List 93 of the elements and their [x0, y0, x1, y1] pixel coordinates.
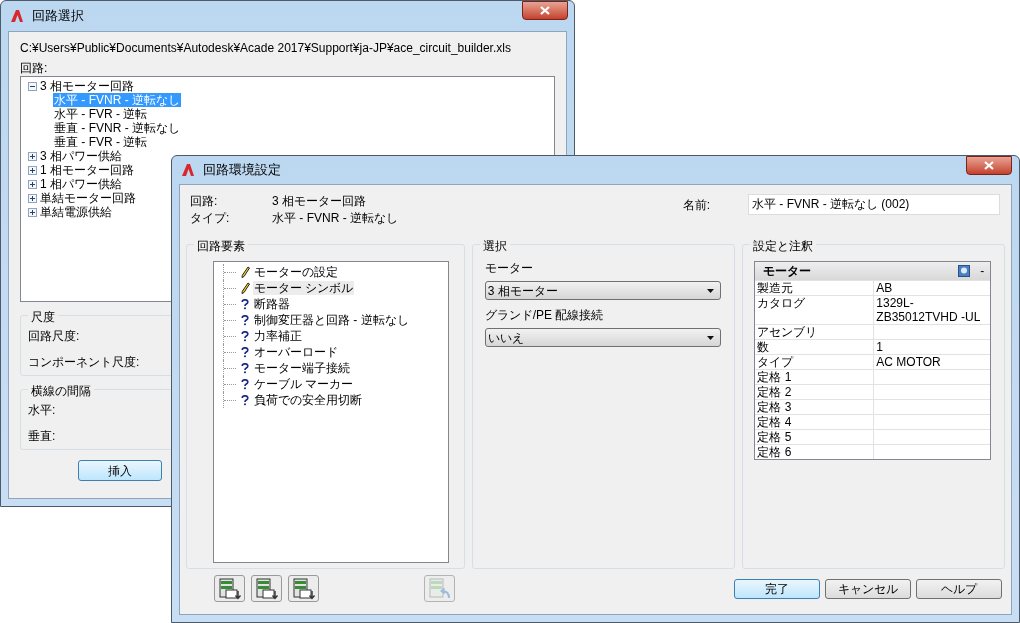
collapse-button[interactable]: -: [980, 264, 985, 278]
question-icon: [241, 314, 249, 326]
expand-icon[interactable]: [28, 179, 37, 189]
tree-item[interactable]: モーターの設定: [253, 265, 339, 279]
caret-icon: [706, 288, 714, 293]
group-title: 設定と注釈: [750, 239, 817, 253]
expand-icon[interactable]: [28, 165, 37, 175]
property-name: 製造元: [757, 281, 794, 295]
field-label: 垂直:: [28, 429, 56, 443]
question-icon: [241, 362, 249, 374]
question-icon: [241, 298, 249, 310]
info-label: 回路:: [190, 194, 219, 208]
tree-item[interactable]: 単結電源供給: [39, 205, 113, 219]
tree-item[interactable]: 3 相モーター回路: [39, 79, 135, 93]
tree-item[interactable]: 単結モーター回路: [39, 191, 137, 205]
property-name: 定格 6: [757, 445, 792, 459]
expand-icon[interactable]: [28, 207, 37, 217]
question-icon: [241, 346, 249, 358]
tree-item[interactable]: ケーブル マーカー: [253, 377, 355, 391]
caret-icon: [706, 335, 714, 340]
group-title: 選択: [479, 239, 510, 253]
tree-item[interactable]: 垂直 - FVNR - 逆転なし: [53, 121, 181, 135]
property-name: アセンブリ: [757, 325, 818, 339]
dialog-button[interactable]: 完了: [734, 578, 820, 599]
field-label: コンポーネント尺度:: [28, 355, 140, 369]
tree-item[interactable]: オーバーロード: [253, 345, 339, 359]
collapse-icon[interactable]: [28, 81, 37, 91]
dropdown[interactable]: いいえ: [484, 328, 721, 347]
list-insert-icon: [291, 577, 316, 600]
file-path: C:¥Users¥Public¥Documents¥Autodesk¥Acade 2017¥Support¥ja-JP¥ace_circuit_builder.xls: [20, 41, 511, 55]
close-icon: [540, 6, 550, 15]
tree-item[interactable]: 3 相パワー供給: [39, 149, 123, 163]
tree-item[interactable]: 負荷での安全用切断: [253, 393, 363, 407]
list-insert-icon: [217, 577, 242, 600]
insert-button[interactable]: 挿入: [78, 460, 162, 481]
dropdown[interactable]: 3 相モーター: [484, 281, 721, 300]
field-label: 回路尺度:: [28, 329, 80, 343]
pencil-icon: [240, 282, 250, 294]
property-name: 定格 5: [757, 430, 792, 444]
pencil-icon: [240, 266, 250, 278]
property-name: 定格 1: [757, 370, 792, 384]
field-label: モーター: [484, 261, 534, 275]
name-label: 名前:: [682, 198, 710, 214]
tree-item[interactable]: 力率補正: [253, 329, 303, 343]
toolbar-button[interactable]: [288, 575, 319, 602]
dialog-button[interactable]: キャンセル: [825, 578, 911, 599]
info-label: タイプ:: [190, 211, 231, 225]
group-title: 尺度: [28, 310, 58, 324]
name-field[interactable]: 水平 - FVNR - 逆転なし (002): [748, 194, 1000, 215]
list-insert-icon: [254, 577, 279, 600]
tree-label: 回路:: [20, 61, 49, 75]
grid-title: モーター: [763, 264, 813, 278]
property-name: 定格 3: [757, 400, 792, 414]
question-icon: [241, 394, 249, 406]
tree-item[interactable]: 制御変圧器と回路 - 逆転なし: [253, 313, 410, 327]
property-name: タイプ: [757, 355, 794, 369]
list-undo-icon: [427, 577, 452, 600]
tree-item[interactable]: 垂直 - FVR - 逆転: [53, 135, 149, 149]
expand-icon[interactable]: [28, 151, 37, 161]
dialog-button[interactable]: ヘルプ: [916, 578, 1002, 599]
zoom-icon[interactable]: [958, 265, 971, 277]
question-icon: [241, 330, 249, 342]
field-label: 水平:: [28, 403, 56, 417]
tree-item[interactable]: 断路器: [253, 297, 291, 311]
close-button[interactable]: [522, 1, 568, 20]
property-value: 1: [876, 340, 883, 354]
toolbar-button[interactable]: [214, 575, 245, 602]
toolbar-button[interactable]: [251, 575, 282, 602]
app-logo-icon: [10, 9, 24, 23]
property-value: AB: [876, 281, 893, 295]
tree-item[interactable]: モーター端子接続: [253, 361, 351, 375]
property-name: カタログ: [757, 296, 806, 310]
close-icon: [984, 161, 994, 170]
property-value: 1329L-ZB35012TVHD -UL: [876, 296, 981, 324]
window-title: 回路環境設定: [203, 161, 282, 180]
property-name: 数: [757, 340, 770, 354]
expand-icon[interactable]: [28, 193, 37, 203]
property-value: AC MOTOR: [876, 355, 941, 369]
tree-item[interactable]: モーター シンボル: [253, 281, 355, 295]
window-title: 回路選択: [32, 7, 85, 26]
question-icon: [241, 378, 249, 390]
property-name: 定格 2: [757, 385, 792, 399]
group-title: 回路要素: [194, 239, 248, 253]
info-value: 3 相モーター回路: [272, 194, 366, 208]
close-button[interactable]: [966, 156, 1012, 175]
field-label: グランド/PE 配線接続: [484, 308, 605, 322]
tree-item[interactable]: 水平 - FVR - 逆転: [53, 107, 149, 121]
tree-item[interactable]: 1 相パワー供給: [39, 177, 123, 191]
property-name: 定格 4: [757, 415, 792, 429]
info-value: 水平 - FVNR - 逆転なし: [272, 211, 398, 225]
group-title: 横線の間隔: [28, 384, 94, 398]
tree-item[interactable]: 1 相モーター回路: [39, 163, 135, 177]
app-logo-icon: [181, 163, 195, 177]
